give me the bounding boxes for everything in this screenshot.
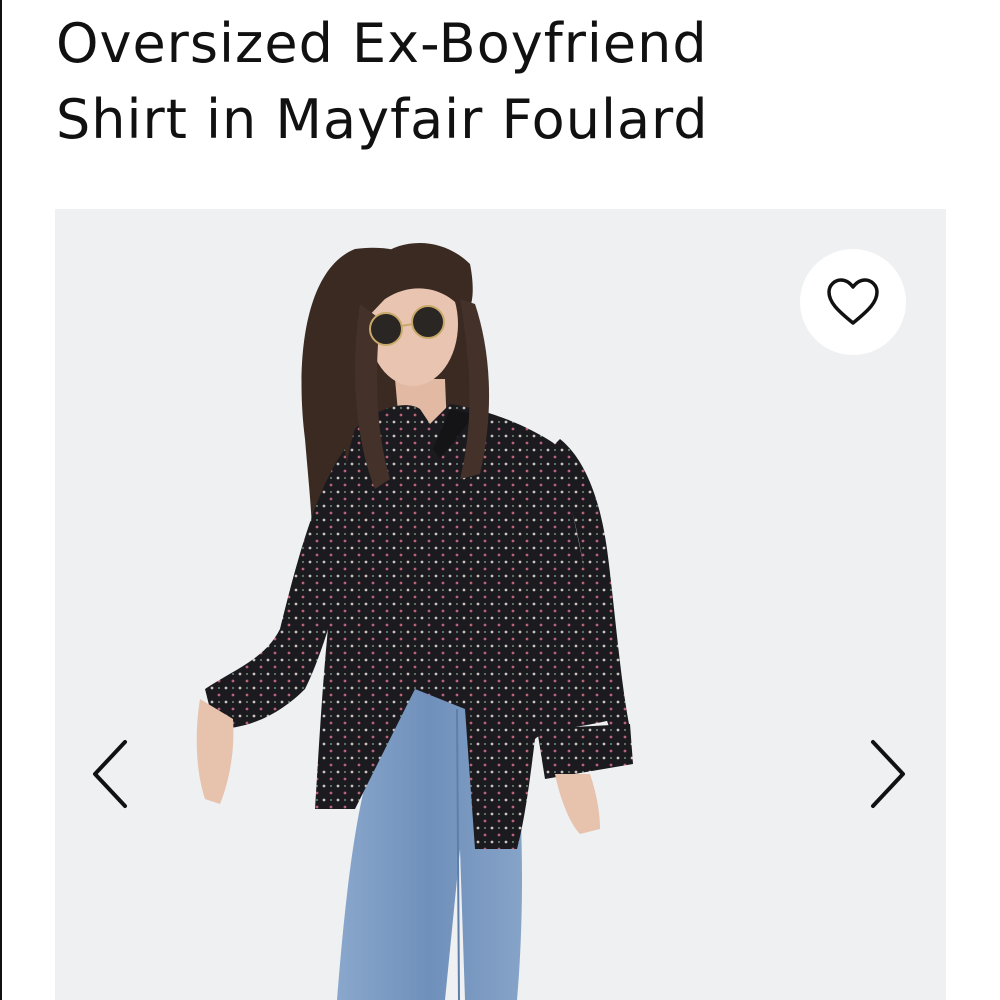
heart-outline-icon bbox=[827, 278, 879, 325]
product-title-line-2: Shirt in Mayfair Foulard bbox=[56, 88, 709, 151]
favorite-button[interactable] bbox=[800, 249, 906, 355]
product-image-gallery[interactable] bbox=[55, 209, 946, 1000]
product-title: Oversized Ex-Boyfriend Shirt in Mayfair … bbox=[56, 6, 936, 158]
page-left-border bbox=[0, 0, 2, 1000]
product-title-line-1: Oversized Ex-Boyfriend bbox=[56, 12, 708, 75]
next-image-button[interactable] bbox=[867, 739, 907, 809]
chevron-right-icon bbox=[871, 740, 905, 808]
chevron-left-icon bbox=[93, 740, 127, 808]
previous-image-button[interactable] bbox=[91, 739, 131, 809]
